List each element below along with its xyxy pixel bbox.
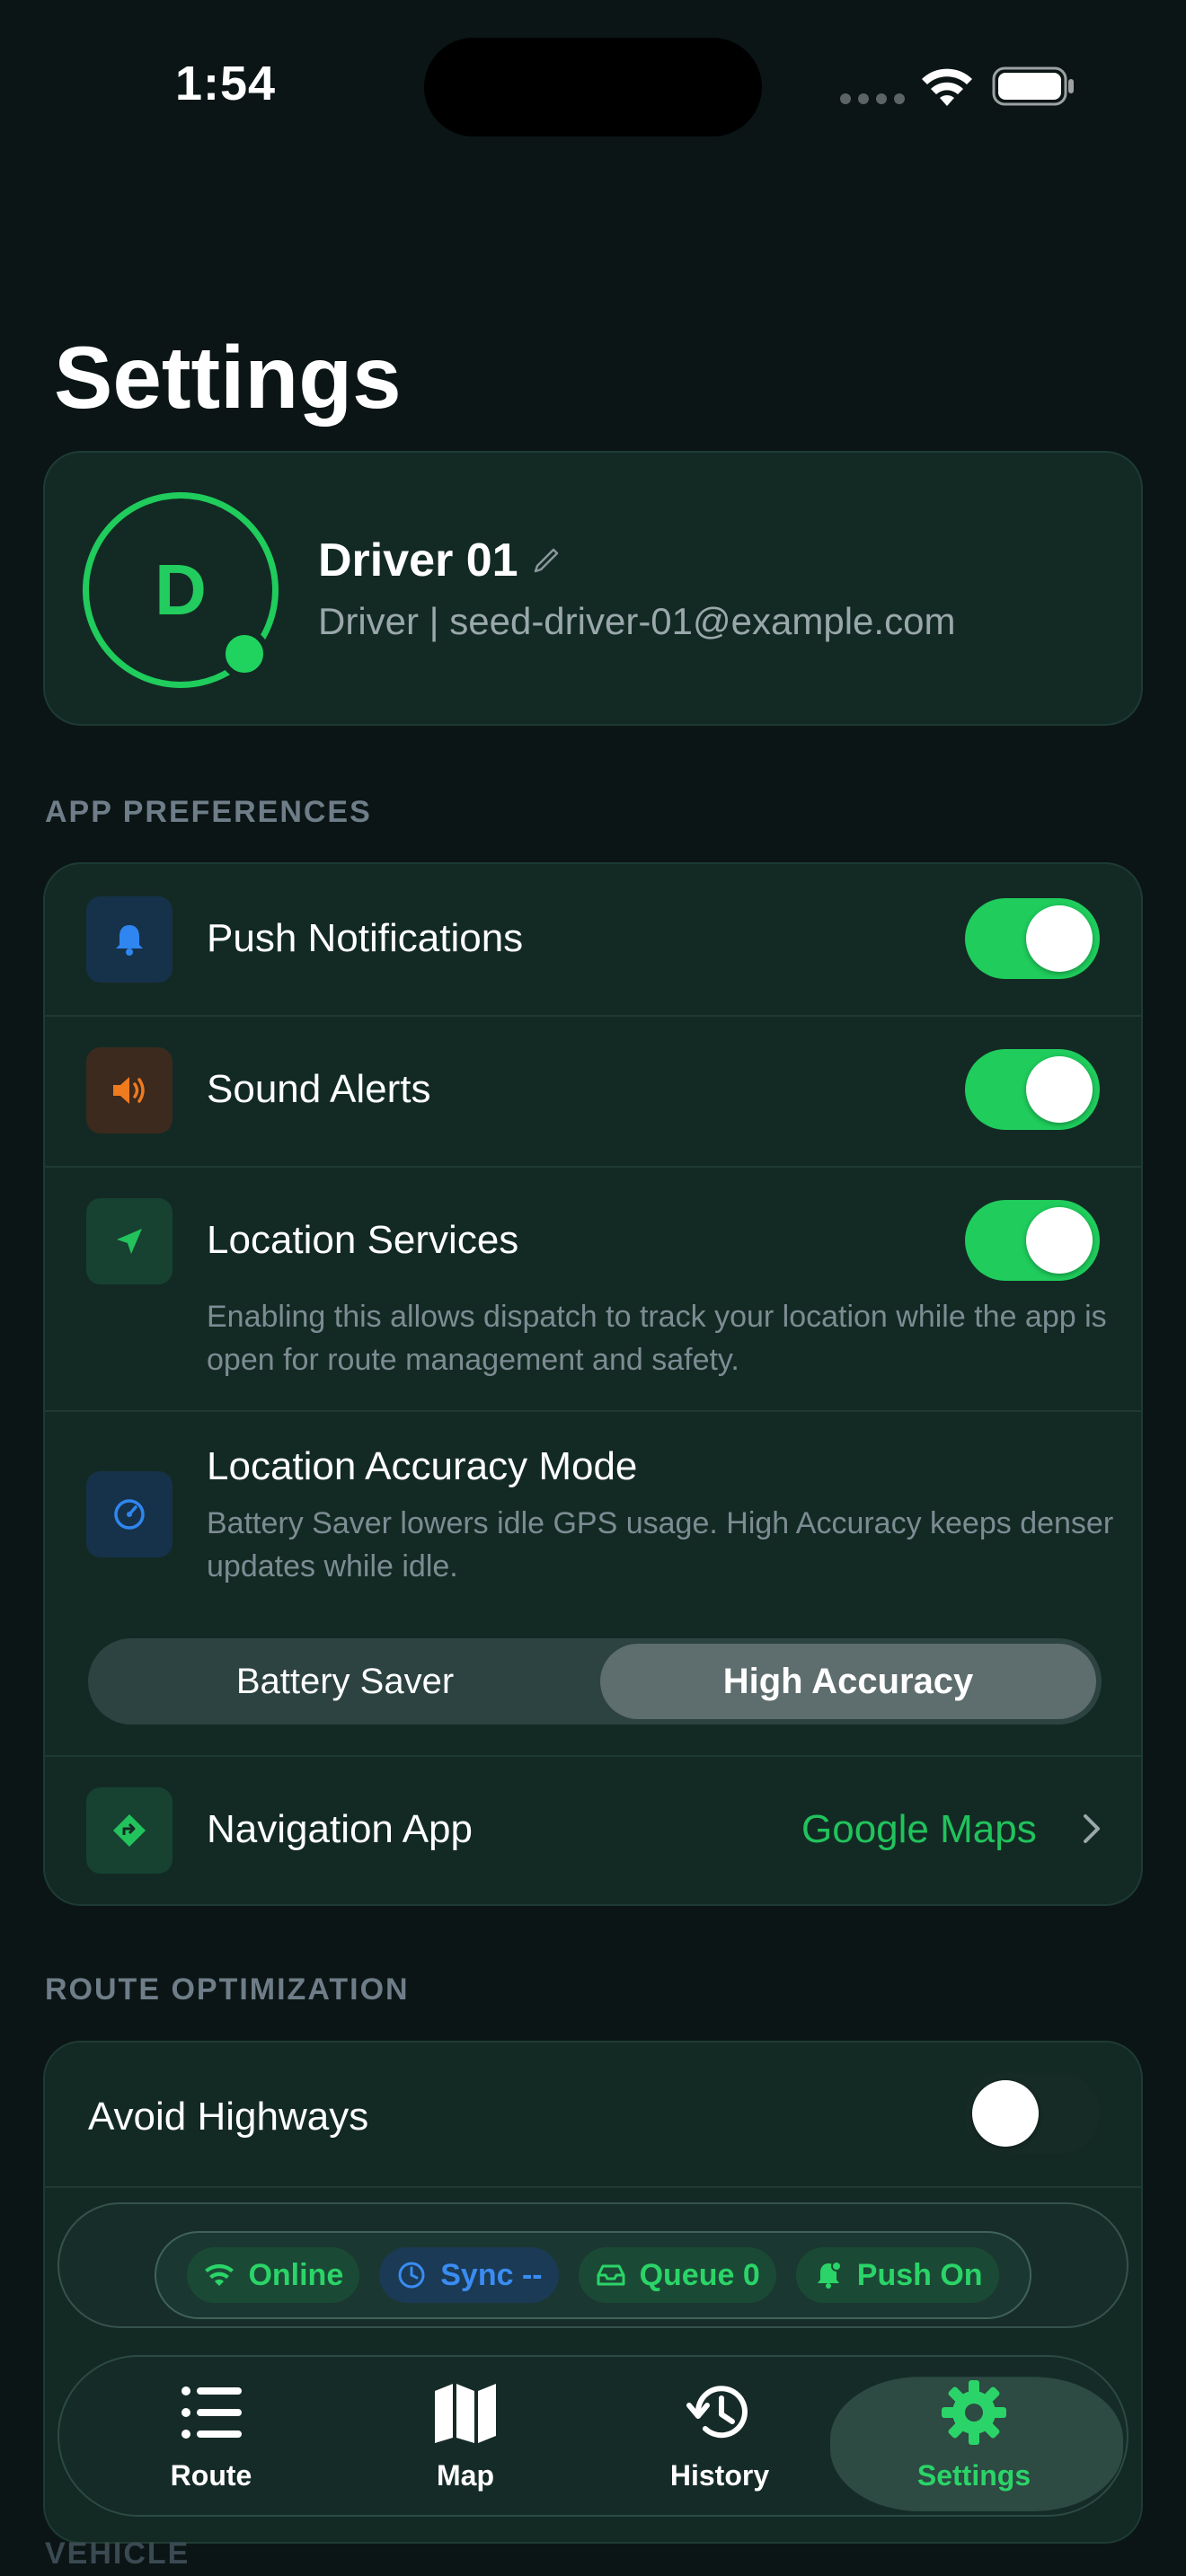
clock-icon — [398, 2262, 425, 2289]
sync-chip-label: Sync -- — [440, 2257, 543, 2292]
section-header-vehicle: VEHICLE — [45, 2536, 190, 2571]
push-notifications-label: Push Notifications — [207, 916, 524, 960]
tab-history[interactable]: History — [612, 2378, 828, 2492]
avatar-initial: D — [155, 550, 207, 630]
wifi-icon — [205, 2263, 235, 2286]
directions-icon — [86, 1787, 173, 1874]
tab-map-label: Map — [437, 2459, 494, 2492]
tab-history-label: History — [669, 2459, 770, 2492]
connection-status-chips: Online Sync -- Queue 0 Push On — [155, 2231, 1031, 2319]
avoid-highways-label: Avoid Highways — [88, 2095, 369, 2139]
accuracy-mode-segmented-control: Battery Saver High Accuracy — [88, 1638, 1102, 1725]
history-icon — [686, 2386, 748, 2439]
online-chip-label: Online — [248, 2257, 344, 2292]
tab-route-label: Route — [170, 2459, 252, 2492]
tab-settings[interactable]: Settings — [866, 2378, 1082, 2492]
push-notifications-toggle[interactable] — [965, 898, 1100, 979]
chevron-right-icon[interactable] — [1078, 1811, 1105, 1847]
online-chip[interactable]: Online — [187, 2247, 360, 2303]
gauge-icon — [86, 1471, 173, 1557]
status-time: 1:54 — [175, 57, 277, 110]
tab-map[interactable]: Map — [358, 2378, 573, 2492]
navigation-app-label: Navigation App — [207, 1807, 473, 1851]
queue-chip[interactable]: Queue 0 — [578, 2247, 776, 2303]
cellular-signal-icon — [840, 93, 905, 104]
dynamic-island — [424, 38, 762, 137]
edit-pencil-icon[interactable] — [530, 544, 562, 577]
tab-route[interactable]: Route — [103, 2378, 319, 2492]
map-icon — [435, 2384, 496, 2443]
profile-subtitle: Driver | seed-driver-01@example.com — [318, 600, 956, 642]
sync-chip[interactable]: Sync -- — [379, 2247, 559, 2303]
accuracy-mode-label: Location Accuracy Mode — [207, 1444, 638, 1488]
location-services-label: Location Services — [207, 1218, 519, 1262]
segment-high-accuracy[interactable]: High Accuracy — [600, 1644, 1096, 1719]
sound-alerts-toggle[interactable] — [965, 1049, 1100, 1130]
profile-name: Driver 01 — [318, 534, 518, 587]
push-chip-label: Push On — [856, 2257, 983, 2292]
bell-badge-icon — [817, 2261, 842, 2289]
battery-icon — [992, 66, 1074, 106]
online-status-dot — [219, 629, 270, 679]
navigation-app-value[interactable]: Google Maps — [801, 1807, 1037, 1852]
inbox-icon — [597, 2264, 625, 2286]
list-icon — [181, 2386, 242, 2439]
push-chip[interactable]: Push On — [795, 2247, 999, 2303]
location-services-description: Enabling this allows dispatch to track y… — [207, 1300, 1107, 1377]
tab-settings-label: Settings — [916, 2459, 1031, 2492]
sound-alerts-label: Sound Alerts — [207, 1067, 431, 1111]
app-preferences-card: Push Notifications Sound Alerts Location… — [43, 862, 1143, 1906]
gear-icon — [942, 2380, 1006, 2445]
speaker-icon — [86, 1047, 173, 1134]
avoid-highways-toggle[interactable] — [965, 2073, 1100, 2154]
bell-icon — [86, 896, 173, 983]
section-header-app-preferences: APP PREFERENCES — [45, 795, 372, 829]
location-arrow-icon — [86, 1198, 173, 1284]
section-header-route-optimization: ROUTE OPTIMIZATION — [45, 1972, 410, 2007]
segment-battery-saver[interactable]: Battery Saver — [93, 1644, 597, 1719]
page-title: Settings — [54, 328, 402, 427]
wifi-icon — [922, 68, 972, 106]
queue-chip-label: Queue 0 — [639, 2257, 760, 2292]
accuracy-mode-description: Battery Saver lowers idle GPS usage. Hig… — [207, 1506, 1114, 1584]
location-services-toggle[interactable] — [965, 1200, 1100, 1281]
